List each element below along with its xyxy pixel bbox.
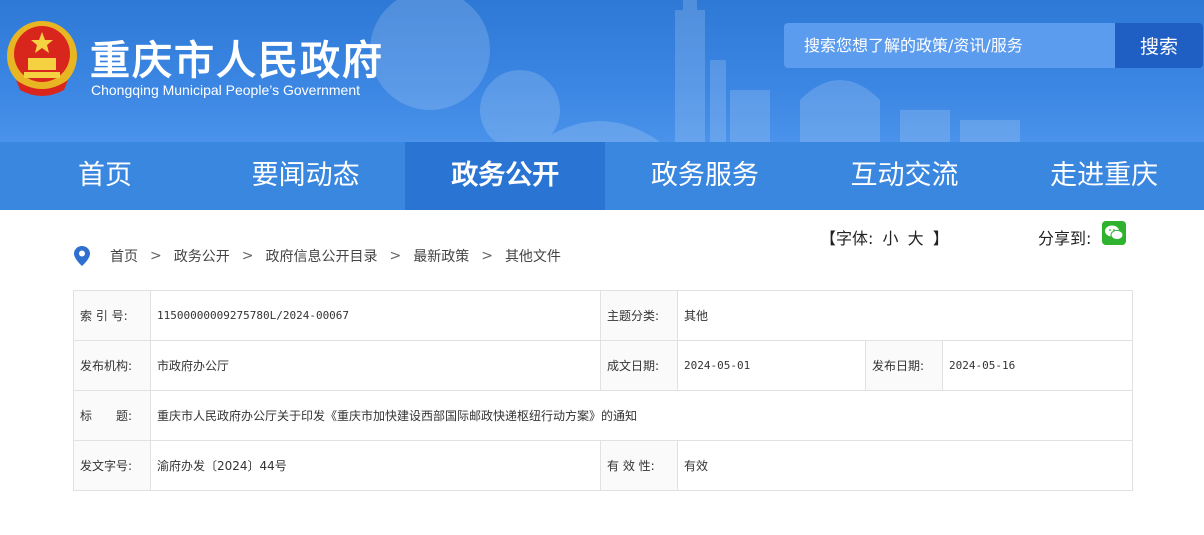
validity-label: 有 效 性: xyxy=(600,440,678,491)
published-date-label: 发布日期: xyxy=(865,340,943,391)
location-pin-icon xyxy=(74,246,90,266)
share-label: 分享到: xyxy=(1038,229,1092,248)
issuer-label: 发布机构: xyxy=(73,340,151,391)
nav-item-home[interactable]: 首页 xyxy=(0,142,206,210)
document-number-value: 渝府办发〔2024〕44号 xyxy=(150,440,601,491)
search-input[interactable] xyxy=(784,23,1115,68)
search-box xyxy=(784,23,1115,68)
breadcrumb-home[interactable]: 首页 xyxy=(110,246,138,266)
index-label: 索 引 号: xyxy=(73,290,151,341)
breadcrumb-latest-policy[interactable]: 最新政策 xyxy=(413,246,469,266)
table-row: 标 题: 重庆市人民政府办公厅关于印发《重庆市加快建设西部国际邮政快递枢纽行动方… xyxy=(73,390,1133,441)
font-large-button[interactable]: 大 xyxy=(908,229,924,248)
title-label: 标 题: xyxy=(73,390,151,441)
search-button[interactable]: 搜索 xyxy=(1115,23,1203,68)
site-subtitle: Chongqing Municipal People’s Government xyxy=(91,82,361,98)
table-row: 索 引 号: 11500000009275780L/2024-00067 主题分… xyxy=(73,290,1133,341)
nav-item-interaction[interactable]: 互动交流 xyxy=(805,142,1005,210)
site-title: 重庆市人民政府 xyxy=(90,38,384,84)
breadcrumb-separator: > xyxy=(150,248,162,264)
document-info-table: 索 引 号: 11500000009275780L/2024-00067 主题分… xyxy=(73,290,1133,491)
font-size-label: 【字体: xyxy=(820,229,874,248)
nav-item-about-chongqing[interactable]: 走进重庆 xyxy=(1004,142,1204,210)
breadcrumb-separator: > xyxy=(389,248,402,264)
main-nav: 首页 要闻动态 政务公开 政务服务 互动交流 走进重庆 xyxy=(0,142,1204,210)
issuer-value: 市政府办公厅 xyxy=(150,340,601,391)
breadcrumb-separator: > xyxy=(481,248,493,264)
published-date-value: 2024-05-16 xyxy=(942,340,1133,391)
breadcrumb-other-docs[interactable]: 其他文件 xyxy=(505,246,561,266)
validity-value: 有效 xyxy=(677,440,1133,491)
table-row: 发布机构: 市政府办公厅 成文日期: 2024-05-01 发布日期: 2024… xyxy=(73,340,1133,391)
font-small-button[interactable]: 小 xyxy=(883,229,899,248)
nav-item-news[interactable]: 要闻动态 xyxy=(206,142,406,210)
breadcrumb-separator: > xyxy=(241,248,254,264)
font-size-suffix: 】 xyxy=(932,229,949,248)
created-date-label: 成文日期: xyxy=(600,340,678,391)
wechat-icon[interactable] xyxy=(1102,221,1126,245)
nav-item-gov-affairs-open[interactable]: 政务公开 xyxy=(405,142,606,210)
font-size-control: 【字体: 小 大 】 xyxy=(818,225,951,249)
breadcrumb: 首页 > 政务公开 > 政府信息公开目录 > 最新政策 > 其他文件 xyxy=(74,246,561,266)
nav-item-gov-services[interactable]: 政务服务 xyxy=(605,142,805,210)
created-date-value: 2024-05-01 xyxy=(677,340,866,391)
breadcrumb-info-catalog[interactable]: 政府信息公开目录 xyxy=(265,246,377,266)
breadcrumb-gov-affairs-open[interactable]: 政务公开 xyxy=(174,246,230,266)
national-emblem-icon xyxy=(7,21,77,96)
topic-value: 其他 xyxy=(677,290,1133,341)
title-value: 重庆市人民政府办公厅关于印发《重庆市加快建设西部国际邮政快递枢纽行动方案》的通知 xyxy=(150,390,1133,441)
index-value: 11500000009275780L/2024-00067 xyxy=(150,290,601,341)
site-header: 重庆市人民政府 Chongqing Municipal People’s Gov… xyxy=(0,0,1204,142)
table-row: 发文字号: 渝府办发〔2024〕44号 有 效 性: 有效 xyxy=(73,440,1133,491)
topic-label: 主题分类: xyxy=(600,290,678,341)
document-number-label: 发文字号: xyxy=(73,440,151,491)
